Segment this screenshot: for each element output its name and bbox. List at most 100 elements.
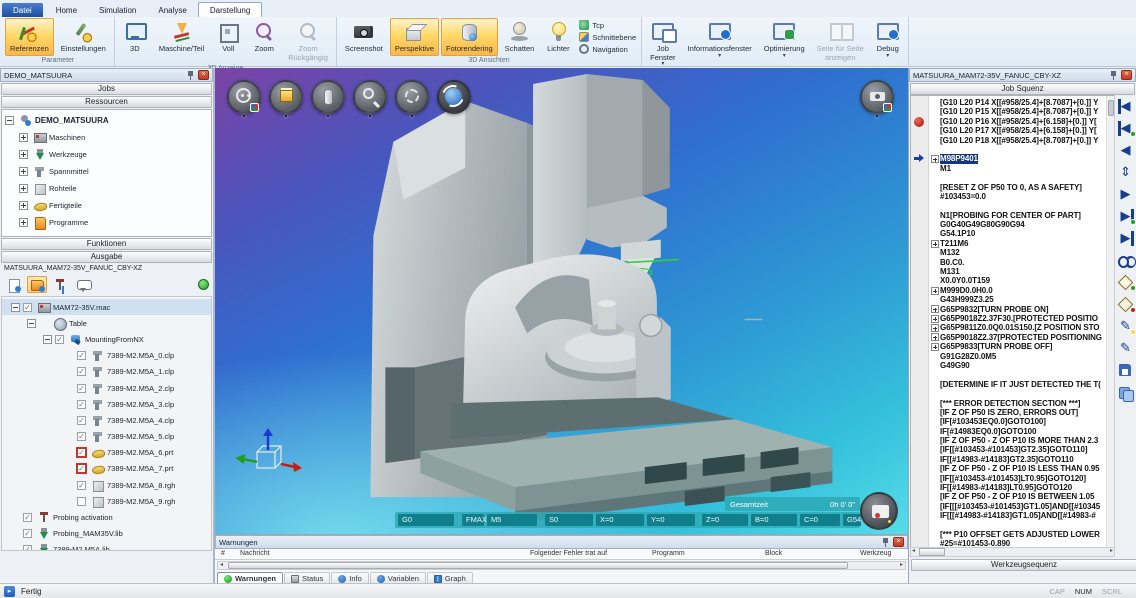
tree-item[interactable]: Werkzeuge [2,146,211,163]
tree-item[interactable]: Fertigteile [2,197,211,214]
expand-icon[interactable] [931,324,939,332]
seite-fuer-seite-button[interactable]: Seite für Seite anzeigen [812,18,869,69]
new-edit-icon[interactable]: ✎ [1118,319,1134,334]
optimierung-button[interactable]: Optimierung ▾ [759,18,810,69]
expand-icon[interactable] [19,133,28,142]
code-line[interactable]: [RESET Z OF P50 TO 0, AS A SAFETY] [931,183,1114,192]
tcp-toggle[interactable]: Tcp [579,20,636,30]
display-settings-button[interactable] [395,80,429,114]
restart-icon[interactable]: ◀ [1118,121,1134,136]
stock-display-button[interactable] [311,80,345,114]
item-checkbox[interactable] [77,400,86,409]
code-line[interactable]: G65P9018Z2.37[PROTECTED POSITIONING [931,333,1114,342]
job-tree-item[interactable]: 7389-M2.M5A_1.clp [2,364,211,380]
ribbon-tab[interactable]: Darstellung [198,2,262,17]
column-header[interactable]: Werkzeug [860,550,891,557]
ribbon-tab[interactable]: Analyse [147,3,197,17]
code-line[interactable]: [IF[[#103453-#101453]LT0.95]GOTO120] [931,474,1114,483]
code-line[interactable]: G65P9018Z2.37F30.[PROTECTED POSITIO [931,314,1114,323]
3d-button[interactable]: 3D [118,18,152,64]
step-mode-icon[interactable]: ⇕ [1118,165,1134,180]
tree-item[interactable]: Rohteile [2,180,211,197]
play-icon[interactable]: ▶ [1118,187,1134,202]
tree-item[interactable]: Spannmittel [2,163,211,180]
job-tree-item[interactable]: 7389-M2.M5A_7.prt [2,461,211,477]
code-line[interactable]: M98P9401 [931,154,1114,163]
scrollbar-thumb[interactable] [919,548,945,556]
code-line[interactable]: N1[PROBING FOR CENTER OF PART] [931,211,1114,220]
job-tree-item[interactable]: 7389-M2.M5A_2.clp [2,380,211,396]
code-line[interactable]: G65P9832[TURN PROBE ON] [931,305,1114,314]
scroll-left-icon[interactable]: ◂ [912,548,915,555]
job-tree-item[interactable]: MountingFromNX [2,331,211,347]
code-line[interactable] [931,521,1114,530]
code-line[interactable]: [IF Z OF P50 - Z OF P10 IS LESS THAN 0.9… [931,464,1114,473]
code-line[interactable]: [IF Z OF P50 - Z OF P10 IS MORE THAN 2.3 [931,436,1114,445]
code-line[interactable]: G65P9833[TURN PROBE OFF] [931,342,1114,351]
code-line[interactable]: [IF Z OF P50 - Z OF P10 IS BETWEEN 1.05 [931,492,1114,501]
code-line[interactable]: M132 [931,248,1114,257]
code-line[interactable]: M1 [931,164,1114,173]
rotate-view-button[interactable] [437,80,471,114]
code-line[interactable] [931,173,1114,182]
part-settings-icon[interactable] [27,276,47,293]
dropdown-caret-icon[interactable]: ▾ [875,114,878,121]
current-line-arrow-icon[interactable] [914,154,924,164]
expand-icon[interactable] [931,305,939,313]
job-tree-item[interactable]: 7389-M2.M5A.lib [2,542,211,551]
item-checkbox[interactable] [77,448,86,457]
column-header[interactable]: Nachricht [240,550,270,557]
item-checkbox[interactable] [77,351,86,360]
zoom-tool-button[interactable] [353,80,387,114]
code-line[interactable]: G91G28Z0.0M5 [931,352,1114,361]
item-checkbox[interactable] [77,497,86,506]
lichter-button[interactable]: Lichter [541,18,575,56]
warnings-hscrollbar[interactable]: ◂ ▸ [217,561,906,570]
collapse-icon[interactable] [5,116,14,125]
code-line[interactable]: [*** P10 OFFSET GETS ADJUSTED LOWER [931,530,1114,539]
expand-icon[interactable] [931,287,939,295]
code-line[interactable]: G49G90 [931,361,1114,370]
job-tree-item[interactable]: 7389-M2.M5A_4.clp [2,412,211,428]
item-checkbox[interactable] [23,513,32,522]
code-line[interactable]: [DETERMINE IF IT JUST DETECTED THE T( [931,380,1114,389]
expand-icon[interactable] [931,333,939,341]
code-line[interactable]: M999D0.0H0.0 [931,286,1114,295]
code-line[interactable]: [G10 L20 P14 X[[#958/25.4]+[8.7087]+[0.]… [931,98,1114,107]
ribbon-tab[interactable]: Home [45,3,88,17]
job-sequence-header[interactable]: Job Squenz [910,83,1135,95]
item-checkbox[interactable] [77,481,86,490]
code-line[interactable]: [G10 L20 P18 X[[#958/25.4]+[8.7087]+[0.]… [931,136,1114,145]
expand-icon[interactable] [931,315,939,323]
code-line[interactable] [931,370,1114,379]
code-line[interactable]: G0G40G49G80G90G94 [931,220,1114,229]
code-line[interactable]: G65P9811Z0.0Q0.01S150.[Z POSITION STO [931,323,1114,332]
breakpoint-icon[interactable] [914,117,924,127]
tree-item[interactable]: Programme [2,214,211,231]
column-header[interactable]: Block [765,550,782,557]
code-line[interactable] [931,201,1114,210]
code-line[interactable]: [G10 L20 P17 X[[#958/25.4]+[6.158]+[0.]]… [931,126,1114,135]
scroll-left-icon[interactable]: ◂ [220,562,223,569]
display-mode-button[interactable] [269,80,303,114]
tree-item[interactable]: Maschinen [2,129,211,146]
code-line[interactable]: [*** ERROR DETECTION SECTION ***] [931,399,1114,408]
item-checkbox[interactable] [55,335,64,344]
close-icon[interactable]: × [1121,70,1132,80]
job-tree-item[interactable]: 7389-M2.M5A_9.rgh [2,493,211,509]
gcode-vscrollbar[interactable] [1106,96,1114,554]
item-checkbox[interactable] [23,303,32,312]
informationsfenster-button[interactable]: Informationsfenster ▾ [683,18,757,69]
comment-bubble-icon[interactable] [73,276,93,293]
job-fenster-button[interactable]: Job Fenster ▾ [645,18,680,69]
expand-icon[interactable] [43,335,52,344]
code-line[interactable]: B0.C0. [931,258,1114,267]
item-checkbox[interactable] [23,545,32,551]
job-tree-item[interactable]: 7389-M2.M5A_3.clp [2,396,211,412]
dropdown-caret-icon[interactable]: ▾ [284,114,287,121]
camera-view-button[interactable] [860,80,894,114]
job-tree-item[interactable]: Probing_MAM35V.lib [2,526,211,542]
schnittebene-toggle[interactable]: Schnittebene [579,32,636,42]
dropdown-caret-icon[interactable]: ▾ [410,114,413,121]
code-line[interactable]: X0.0Y0.0T159 [931,276,1114,285]
